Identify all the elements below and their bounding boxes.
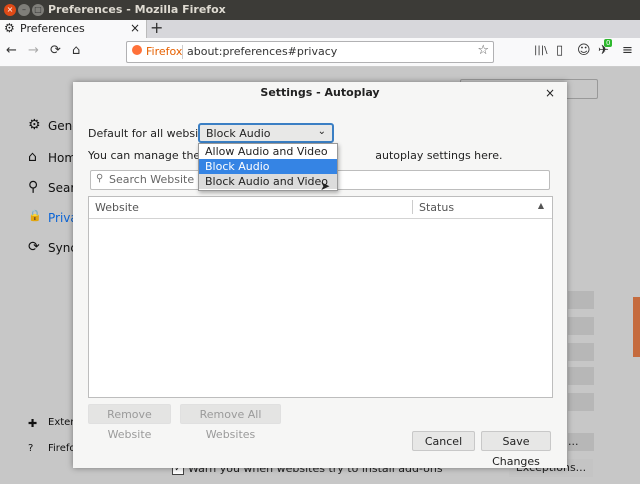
chevron-down-icon: ⌄: [317, 126, 326, 137]
close-icon[interactable]: ×: [545, 86, 555, 100]
addon-badge: 0: [604, 39, 613, 47]
url-text[interactable]: about:preferences#privacy: [187, 45, 337, 58]
menu-icon[interactable]: ≡: [622, 43, 633, 58]
bg-button: [568, 367, 594, 385]
forward-button[interactable]: →: [28, 43, 39, 58]
window-titlebar: × – □ Preferences - Mozilla Firefox: [0, 0, 640, 20]
bg-button: [568, 343, 594, 361]
home-icon: ⌂: [28, 149, 37, 165]
library-icon[interactable]: |||\: [534, 45, 547, 56]
search-icon: ⚲: [96, 173, 104, 184]
extension-icon: ✚: [28, 417, 38, 430]
autoplay-settings-dialog: Settings - Autoplay × Default for all we…: [73, 82, 567, 468]
firefox-icon: [132, 45, 142, 55]
bg-button: [568, 393, 594, 411]
scrollbar-thumb[interactable]: [633, 297, 640, 357]
navigation-bar: ← → ⟳ ⌂ Firefox about:preferences#privac…: [0, 38, 640, 67]
gear-icon: ⚙: [28, 117, 41, 133]
default-setting-dropdown-list: Allow Audio and Video Block Audio Block …: [198, 143, 338, 191]
ellipsis-label: ...: [568, 435, 579, 448]
gear-icon: ⚙: [4, 21, 15, 35]
tab-preferences[interactable]: ⚙ Preferences ×: [0, 20, 147, 38]
mouse-pointer-icon: ➤: [320, 179, 331, 193]
bg-button: ...: [568, 433, 594, 451]
minimize-window-icon[interactable]: –: [18, 4, 30, 16]
url-bar[interactable]: Firefox about:preferences#privacy ☆: [126, 41, 494, 63]
column-header-website[interactable]: Website: [95, 201, 139, 214]
sidebar-item-home[interactable]: Hom: [48, 151, 76, 165]
reload-button[interactable]: ⟳: [50, 43, 61, 58]
sidebar-icon[interactable]: ▯: [556, 43, 563, 58]
url-separator: [182, 45, 183, 59]
lock-icon: 🔒: [28, 209, 42, 222]
sync-icon: ⟳: [28, 239, 40, 255]
manage-text-end: autoplay settings here.: [375, 149, 503, 162]
column-header-status[interactable]: Status: [419, 201, 454, 214]
window-title: Preferences - Mozilla Firefox: [48, 3, 226, 16]
identity-label: Firefox: [146, 45, 183, 58]
column-separator[interactable]: [412, 200, 413, 214]
search-icon: ⚲: [28, 179, 39, 195]
dropdown-option-block-audio-video[interactable]: Block Audio and Video: [199, 174, 337, 189]
bg-button: [568, 317, 594, 335]
bookmark-star-icon[interactable]: ☆: [477, 43, 489, 58]
remove-website-button[interactable]: Remove Website: [88, 404, 171, 441]
default-setting-select[interactable]: Block Audio ⌄: [198, 123, 334, 143]
dialog-title: Settings - Autoplay: [260, 86, 380, 99]
sidebar-item-search[interactable]: Sear: [48, 181, 75, 195]
table-header: Website Status ▲: [89, 197, 552, 219]
websites-table: Website Status ▲: [88, 196, 553, 398]
dropdown-option-allow-audio-video[interactable]: Allow Audio and Video: [199, 144, 337, 159]
tab-close-icon[interactable]: ×: [130, 21, 140, 35]
maximize-window-icon[interactable]: □: [32, 4, 44, 16]
new-tab-button[interactable]: +: [150, 18, 163, 37]
save-changes-button[interactable]: Save Changes: [481, 431, 551, 468]
bg-button: [568, 291, 594, 309]
help-icon: ?: [28, 443, 34, 454]
search-placeholder: Search Website: [109, 173, 195, 186]
dropdown-option-block-audio[interactable]: Block Audio: [199, 159, 337, 174]
addon-icon[interactable]: ✈ 0: [598, 39, 613, 58]
sidebar-item-firefox-support[interactable]: Firefo: [48, 443, 76, 454]
back-button[interactable]: ←: [6, 43, 17, 58]
remove-all-websites-button[interactable]: Remove All Websites: [180, 404, 281, 441]
close-window-icon[interactable]: ×: [4, 4, 16, 16]
sidebar-item-extensions[interactable]: Exter: [48, 417, 74, 428]
home-button[interactable]: ⌂: [72, 43, 80, 58]
account-icon[interactable]: ☺: [577, 43, 591, 58]
tab-strip: ⚙ Preferences × +: [0, 18, 640, 38]
cancel-button[interactable]: Cancel: [412, 431, 475, 451]
sort-arrow-icon: ▲: [537, 201, 544, 210]
tab-label: Preferences: [20, 22, 85, 35]
select-value: Block Audio: [206, 127, 271, 140]
